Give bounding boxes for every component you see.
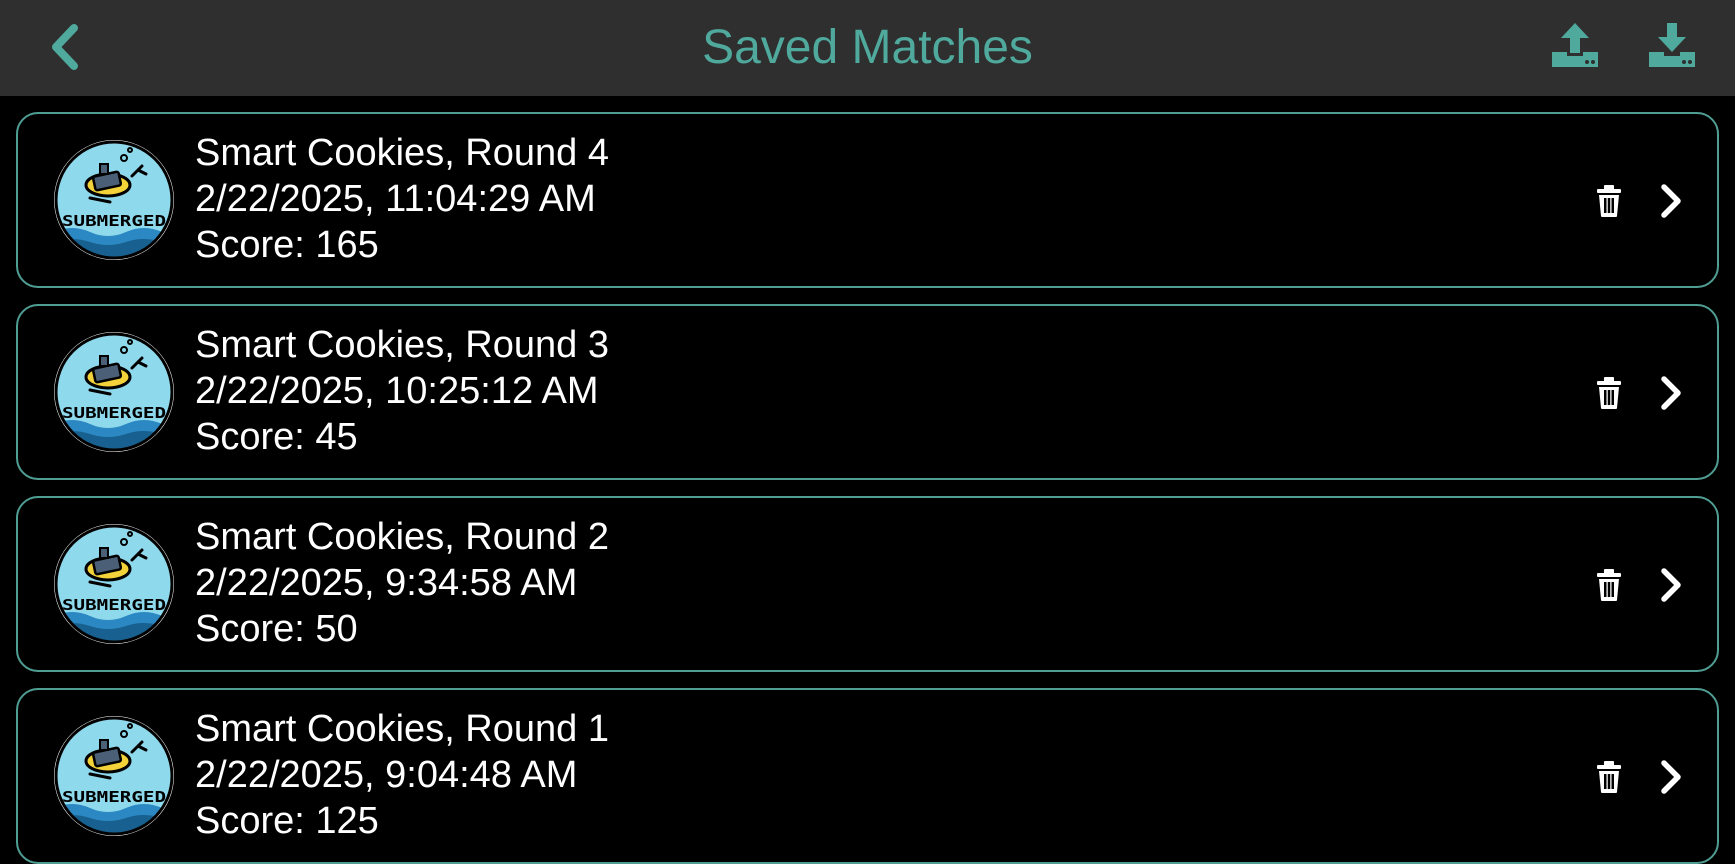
match-name: Smart Cookies, Round 3 (195, 324, 609, 366)
upload-button[interactable] (1550, 22, 1600, 68)
submerged-logo: SUBMERGED (51, 713, 177, 839)
submerged-logo: SUBMERGED (51, 521, 177, 647)
open-match-chevron[interactable] (1658, 566, 1684, 604)
match-score: Score: 125 (195, 800, 379, 842)
app-header: Saved Matches (0, 0, 1735, 96)
match-card[interactable]: SUBMERGED Smart Cookies, Round 2 2/22/20… (16, 496, 1719, 672)
open-match-chevron[interactable] (1658, 182, 1684, 220)
back-button[interactable] (44, 22, 88, 72)
page-title: Saved Matches (702, 21, 1033, 74)
saved-matches-list: SUBMERGED Smart Cookies, Round 4 2/22/20… (16, 112, 1719, 864)
open-match-chevron[interactable] (1658, 758, 1684, 796)
delete-match-button[interactable] (1594, 568, 1624, 602)
download-button[interactable] (1647, 22, 1697, 68)
svg-text:SUBMERGED: SUBMERGED (62, 788, 166, 806)
delete-match-button[interactable] (1594, 376, 1624, 410)
delete-match-button[interactable] (1594, 184, 1624, 218)
delete-match-button[interactable] (1594, 760, 1624, 794)
download-icon (1649, 23, 1695, 67)
svg-text:SUBMERGED: SUBMERGED (62, 596, 166, 614)
match-card[interactable]: SUBMERGED Smart Cookies, Round 4 2/22/20… (16, 112, 1719, 288)
match-score: Score: 165 (195, 224, 379, 266)
submerged-logo: SUBMERGED (51, 137, 177, 263)
trash-icon (1597, 569, 1621, 601)
match-datetime: 2/22/2025, 9:34:58 AM (195, 562, 578, 604)
match-datetime: 2/22/2025, 11:04:29 AM (195, 178, 596, 220)
match-score: Score: 45 (195, 416, 358, 458)
trash-icon (1597, 377, 1621, 409)
submerged-logo: SUBMERGED (51, 329, 177, 455)
match-info: Smart Cookies, Round 4 2/22/2025, 11:04:… (195, 130, 609, 268)
match-card[interactable]: SUBMERGED Smart Cookies, Round 3 2/22/20… (16, 304, 1719, 480)
match-name: Smart Cookies, Round 2 (195, 516, 609, 558)
trash-icon (1597, 761, 1621, 793)
chevron-left-icon (52, 24, 78, 70)
svg-text:SUBMERGED: SUBMERGED (62, 404, 166, 422)
match-info: Smart Cookies, Round 3 2/22/2025, 10:25:… (195, 322, 609, 460)
chevron-right-icon (1661, 376, 1681, 410)
match-score: Score: 50 (195, 608, 358, 650)
match-datetime: 2/22/2025, 9:04:48 AM (195, 754, 578, 796)
match-card[interactable]: SUBMERGED Smart Cookies, Round 1 2/22/20… (16, 688, 1719, 864)
trash-icon (1597, 185, 1621, 217)
chevron-right-icon (1661, 760, 1681, 794)
match-info: Smart Cookies, Round 1 2/22/2025, 9:04:4… (195, 706, 609, 844)
open-match-chevron[interactable] (1658, 374, 1684, 412)
svg-text:SUBMERGED: SUBMERGED (62, 212, 166, 230)
match-info: Smart Cookies, Round 2 2/22/2025, 9:34:5… (195, 514, 609, 652)
upload-icon (1552, 23, 1598, 67)
match-name: Smart Cookies, Round 4 (195, 132, 609, 174)
match-name: Smart Cookies, Round 1 (195, 708, 609, 750)
chevron-right-icon (1661, 568, 1681, 602)
chevron-right-icon (1661, 184, 1681, 218)
match-datetime: 2/22/2025, 10:25:12 AM (195, 370, 599, 412)
